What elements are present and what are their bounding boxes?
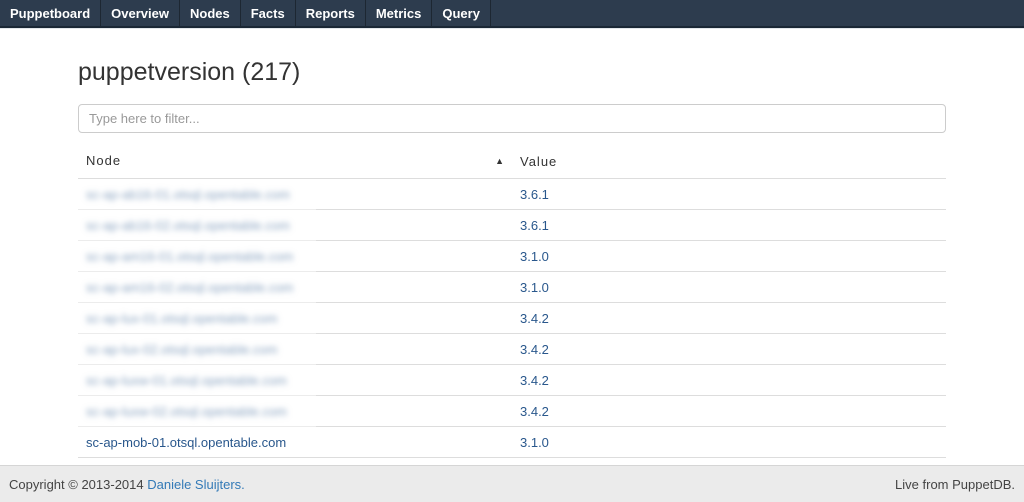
node-cell: sc-ap-lux-02.otsql.opentable.com [78, 334, 512, 365]
value-header-label: Value [520, 154, 557, 169]
navbar-brand[interactable]: Puppetboard [0, 0, 101, 26]
table-body: sc-ap-ab16-01.otsql.opentable.com3.6.1sc… [78, 179, 946, 458]
node-link[interactable]: sc-ap-lux-01.otsql.opentable.com [86, 311, 278, 326]
value-cell: 3.1.0 [512, 427, 946, 458]
value-cell: 3.1.0 [512, 241, 946, 272]
puppetdb-status: Live from PuppetDB. [895, 477, 1015, 492]
navbar: Puppetboard Overview Nodes Facts Reports… [0, 0, 1024, 28]
value-cell: 3.6.1 [512, 179, 946, 210]
nav-item-metrics[interactable]: Metrics [366, 0, 433, 26]
node-cell: sc-ap-ab16-02.otsql.opentable.com [78, 210, 512, 241]
node-link[interactable]: sc-ap-lux-02.otsql.opentable.com [86, 342, 278, 357]
value-link[interactable]: 3.4.2 [520, 404, 549, 419]
facts-table: Node ▲ Value sc-ap-ab16-01.otsql.opentab… [78, 146, 946, 458]
node-cell: sc-ap-luxw-01.otsql.opentable.com [78, 365, 512, 396]
nav-item-nodes[interactable]: Nodes [180, 0, 241, 26]
node-link[interactable]: sc-ap-am16-02.otsql.opentable.com [86, 280, 293, 295]
column-header-node[interactable]: Node ▲ [78, 146, 512, 179]
node-cell: sc-ap-ab16-01.otsql.opentable.com [78, 179, 512, 210]
value-link[interactable]: 3.4.2 [520, 373, 549, 388]
table-row: sc-ap-luxw-01.otsql.opentable.com 3.4.2 [78, 365, 946, 396]
table-row: sc-ap-am16-02.otsql.opentable.com 3.1.0 [78, 272, 946, 303]
node-link[interactable]: sc-ap-am16-01.otsql.opentable.com [86, 249, 293, 264]
node-link[interactable]: sc-ap-ab16-02.otsql.opentable.com [86, 218, 290, 233]
sort-ascending-icon: ▲ [495, 153, 504, 169]
value-cell: 3.4.2 [512, 303, 946, 334]
table-row: sc-ap-lux-02.otsql.opentable.com 3.4.2 [78, 334, 946, 365]
main-content: puppetversion (217) Node ▲ Value sc-ap-a… [78, 58, 946, 458]
value-link[interactable]: 3.4.2 [520, 342, 549, 357]
node-cell: sc-ap-mob-01.otsql.opentable.com [78, 427, 512, 458]
footer: Copyright © 2013-2014 Daniele Sluijters.… [0, 465, 1024, 502]
copyright-text: Copyright © 2013-2014 [9, 477, 144, 492]
value-link[interactable]: 3.4.2 [520, 311, 549, 326]
value-cell: 3.4.2 [512, 334, 946, 365]
node-cell: sc-ap-lux-01.otsql.opentable.com [78, 303, 512, 334]
nav-item-query[interactable]: Query [432, 0, 491, 26]
table-row: sc-ap-ab16-01.otsql.opentable.com 3.6.1 [78, 179, 946, 210]
nav-item-overview[interactable]: Overview [101, 0, 180, 26]
table-header: Node ▲ Value [78, 146, 946, 179]
node-link[interactable]: sc-ap-luxw-02.otsql.opentable.com [86, 404, 287, 419]
column-header-value[interactable]: Value [512, 146, 946, 179]
node-cell: sc-ap-am16-02.otsql.opentable.com [78, 272, 512, 303]
value-cell: 3.6.1 [512, 210, 946, 241]
value-link[interactable]: 3.1.0 [520, 280, 549, 295]
value-cell: 3.1.0 [512, 272, 946, 303]
table-row: sc-ap-mob-01.otsql.opentable.com 3.1.0 [78, 427, 946, 458]
node-cell: sc-ap-luxw-02.otsql.opentable.com [78, 396, 512, 427]
page-title: puppetversion (217) [78, 58, 946, 86]
table-row: sc-ap-am16-01.otsql.opentable.com 3.1.0 [78, 241, 946, 272]
node-link[interactable]: sc-ap-mob-01.otsql.opentable.com [86, 435, 286, 450]
table-row: sc-ap-luxw-02.otsql.opentable.com 3.4.2 [78, 396, 946, 427]
nav-item-reports[interactable]: Reports [296, 0, 366, 26]
copyright: Copyright © 2013-2014 Daniele Sluijters. [9, 477, 245, 492]
table-row: sc-ap-lux-01.otsql.opentable.com 3.4.2 [78, 303, 946, 334]
copyright-author-link[interactable]: Daniele Sluijters. [147, 477, 245, 492]
value-link[interactable]: 3.1.0 [520, 435, 549, 450]
node-header-label: Node [86, 153, 121, 168]
value-cell: 3.4.2 [512, 365, 946, 396]
value-link[interactable]: 3.1.0 [520, 249, 549, 264]
value-cell: 3.4.2 [512, 396, 946, 427]
node-cell: sc-ap-am16-01.otsql.opentable.com [78, 241, 512, 272]
node-link[interactable]: sc-ap-ab16-01.otsql.opentable.com [86, 187, 290, 202]
value-link[interactable]: 3.6.1 [520, 218, 549, 233]
value-link[interactable]: 3.6.1 [520, 187, 549, 202]
filter-input[interactable] [78, 104, 946, 133]
table-row: sc-ap-ab16-02.otsql.opentable.com 3.6.1 [78, 210, 946, 241]
node-link[interactable]: sc-ap-luxw-01.otsql.opentable.com [86, 373, 287, 388]
nav-item-facts[interactable]: Facts [241, 0, 296, 26]
